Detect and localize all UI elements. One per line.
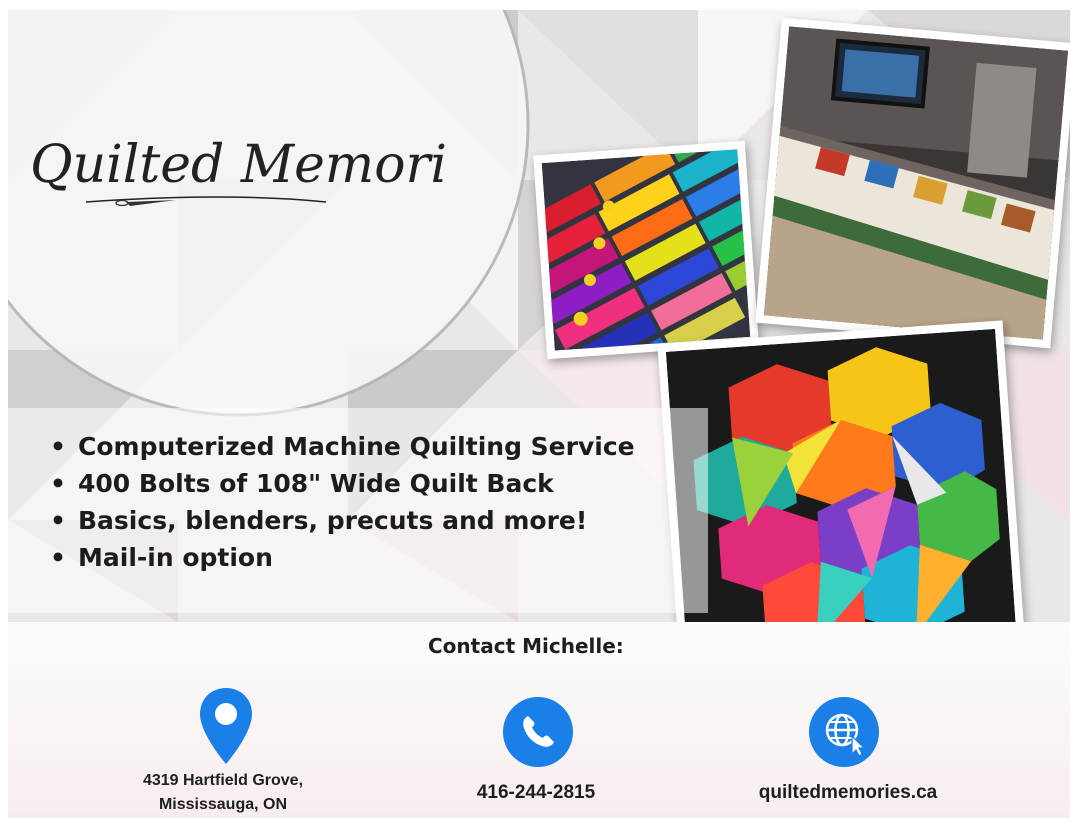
contact-title: Contact Michelle: (428, 634, 624, 658)
address-line2: Mississauga, ON (158, 796, 288, 813)
service-item: 400 Bolts of 108" Wide Quilt Back (50, 465, 635, 502)
service-item: Computerized Machine Quilting Service (50, 428, 635, 465)
address-line1: 4319 Hartfield Grove, (142, 772, 304, 789)
logo-text: Quilted Memories (30, 135, 446, 195)
map-pin-icon (200, 688, 252, 764)
phone-icon[interactable] (502, 696, 574, 768)
service-item: Mail-in option (50, 539, 635, 576)
quilting-machine-photo (755, 17, 1070, 349)
service-item: Basics, blenders, precuts and more! (50, 502, 635, 539)
quilted-memories-logo: Quilted Memories (30, 135, 446, 207)
flyer-card: Quilted Memories (8, 10, 1070, 818)
globe-icon[interactable] (808, 696, 880, 768)
thread-spools-photo (533, 140, 759, 360)
services-list: Computerized Machine Quilting Service 40… (50, 428, 635, 576)
hexagon-quilt-photo (657, 320, 1025, 662)
phone-number[interactable]: 416-244-2815 (446, 782, 626, 804)
website-link[interactable]: quiltedmemories.ca (738, 782, 958, 804)
